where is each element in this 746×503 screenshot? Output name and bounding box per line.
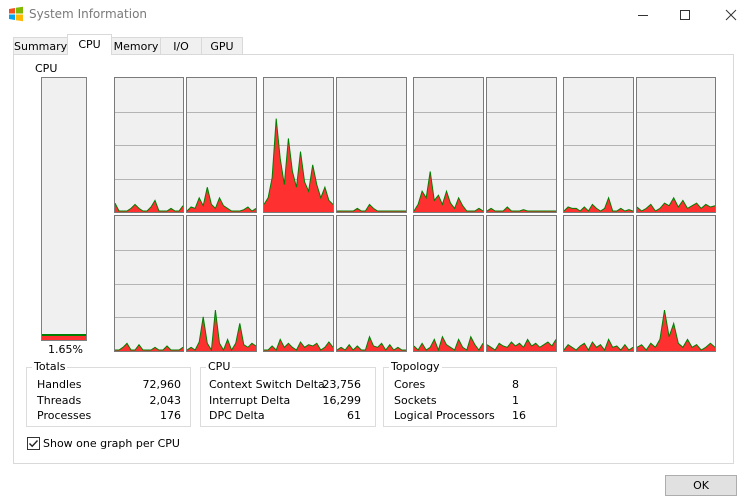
cpu-graph bbox=[636, 77, 716, 213]
cpu-graph-plot bbox=[637, 112, 715, 212]
cpu-graph bbox=[563, 77, 634, 213]
topology-title: Topology bbox=[389, 360, 442, 373]
totals-title: Totals bbox=[32, 360, 68, 373]
cpu-usage-line bbox=[187, 310, 256, 351]
show-one-graph-checkbox[interactable] bbox=[27, 437, 40, 450]
cpu-graph-plot bbox=[564, 112, 633, 212]
cpu-graph bbox=[413, 215, 484, 352]
dpc-delta-value: 61 bbox=[347, 409, 361, 422]
cpu-usage-label: CPU bbox=[35, 62, 58, 75]
cpu-usage-area bbox=[414, 171, 483, 212]
cpu-graph bbox=[336, 215, 407, 352]
logical-processors-label: Logical Processors bbox=[394, 409, 495, 422]
processes-label: Processes bbox=[37, 409, 92, 422]
tab-cpu[interactable]: CPU bbox=[67, 34, 112, 55]
cpu-graph-plot bbox=[637, 250, 715, 351]
interrupt-delta-value: 16,299 bbox=[322, 394, 362, 407]
cpu-graph bbox=[486, 77, 557, 213]
cpu-graph bbox=[336, 77, 407, 213]
cpu-graph-plot bbox=[564, 250, 633, 351]
cores-label: Cores bbox=[394, 378, 426, 391]
cpu-usage-line bbox=[487, 206, 556, 212]
threads-label: Threads bbox=[37, 394, 82, 407]
checkmark-icon bbox=[29, 440, 39, 448]
cpu-graph bbox=[636, 215, 716, 352]
cpu-graph bbox=[186, 215, 257, 352]
cpu-graph bbox=[114, 215, 184, 352]
logical-processors-value: 16 bbox=[512, 409, 526, 422]
handles-label: Handles bbox=[37, 378, 82, 391]
threads-value: 2,043 bbox=[149, 394, 182, 407]
cpu-graph-plot bbox=[115, 112, 183, 212]
minimize-button[interactable] bbox=[620, 0, 666, 29]
cpu-graph-plot bbox=[187, 112, 256, 212]
sockets-value: 1 bbox=[512, 394, 519, 407]
cpu-usage-bar bbox=[41, 77, 87, 341]
cpu-usage-fill bbox=[42, 334, 86, 340]
cores-value: 8 bbox=[512, 378, 519, 391]
interrupt-delta-label: Interrupt Delta bbox=[209, 394, 291, 407]
maximize-button[interactable] bbox=[662, 0, 708, 29]
close-button[interactable] bbox=[708, 0, 746, 29]
cpu-graph bbox=[486, 215, 557, 352]
show-one-graph-label[interactable]: Show one graph per CPU bbox=[43, 437, 180, 450]
processes-value: 176 bbox=[160, 409, 181, 422]
cpu-usage-area bbox=[115, 200, 183, 212]
handles-value: 72,960 bbox=[142, 378, 182, 391]
sockets-label: Sockets bbox=[394, 394, 437, 407]
minimize-icon bbox=[638, 14, 648, 16]
cpu-graph-plot bbox=[264, 112, 333, 212]
windows-logo-icon bbox=[8, 6, 24, 22]
cpu-graph bbox=[263, 215, 334, 352]
cpu-usage-area bbox=[637, 197, 715, 212]
cpu-graph bbox=[186, 77, 257, 213]
cpu-graph-plot bbox=[337, 112, 406, 212]
tab-io[interactable]: I/O bbox=[160, 37, 202, 54]
cpu-graph-plot bbox=[414, 112, 483, 212]
cpu-graph-plot bbox=[337, 250, 406, 351]
cpu-graph bbox=[563, 215, 634, 352]
cpu-usage-percent: 1.65% bbox=[48, 343, 83, 356]
cpu-stats-title: CPU bbox=[206, 360, 233, 373]
cpu-graph-plot bbox=[414, 250, 483, 351]
cpu-graph-plot bbox=[487, 250, 556, 351]
cpu-usage-area bbox=[414, 336, 483, 351]
context-switch-delta-label: Context Switch Delta bbox=[209, 378, 325, 391]
dpc-delta-label: DPC Delta bbox=[209, 409, 265, 422]
cpu-graph bbox=[114, 77, 184, 213]
cpu-graph-plot bbox=[264, 250, 333, 351]
close-icon bbox=[725, 9, 737, 20]
tab-memory[interactable]: Memory bbox=[111, 37, 161, 54]
cpu-usage-area bbox=[637, 310, 715, 351]
cpu-graph-plot bbox=[487, 112, 556, 212]
cpu-graph bbox=[263, 77, 334, 213]
window-title: System Information bbox=[29, 7, 148, 21]
tab-summary[interactable]: Summary bbox=[13, 37, 68, 54]
maximize-icon bbox=[680, 9, 690, 20]
cpu-graph bbox=[413, 77, 484, 213]
cpu-graph-plot bbox=[115, 250, 183, 351]
context-switch-delta-value: 23,756 bbox=[322, 378, 362, 391]
cpu-graph-plot bbox=[187, 250, 256, 351]
cpu-usage-line bbox=[115, 199, 183, 212]
tab-gpu[interactable]: GPU bbox=[201, 37, 243, 54]
ok-button[interactable]: OK bbox=[665, 475, 737, 496]
